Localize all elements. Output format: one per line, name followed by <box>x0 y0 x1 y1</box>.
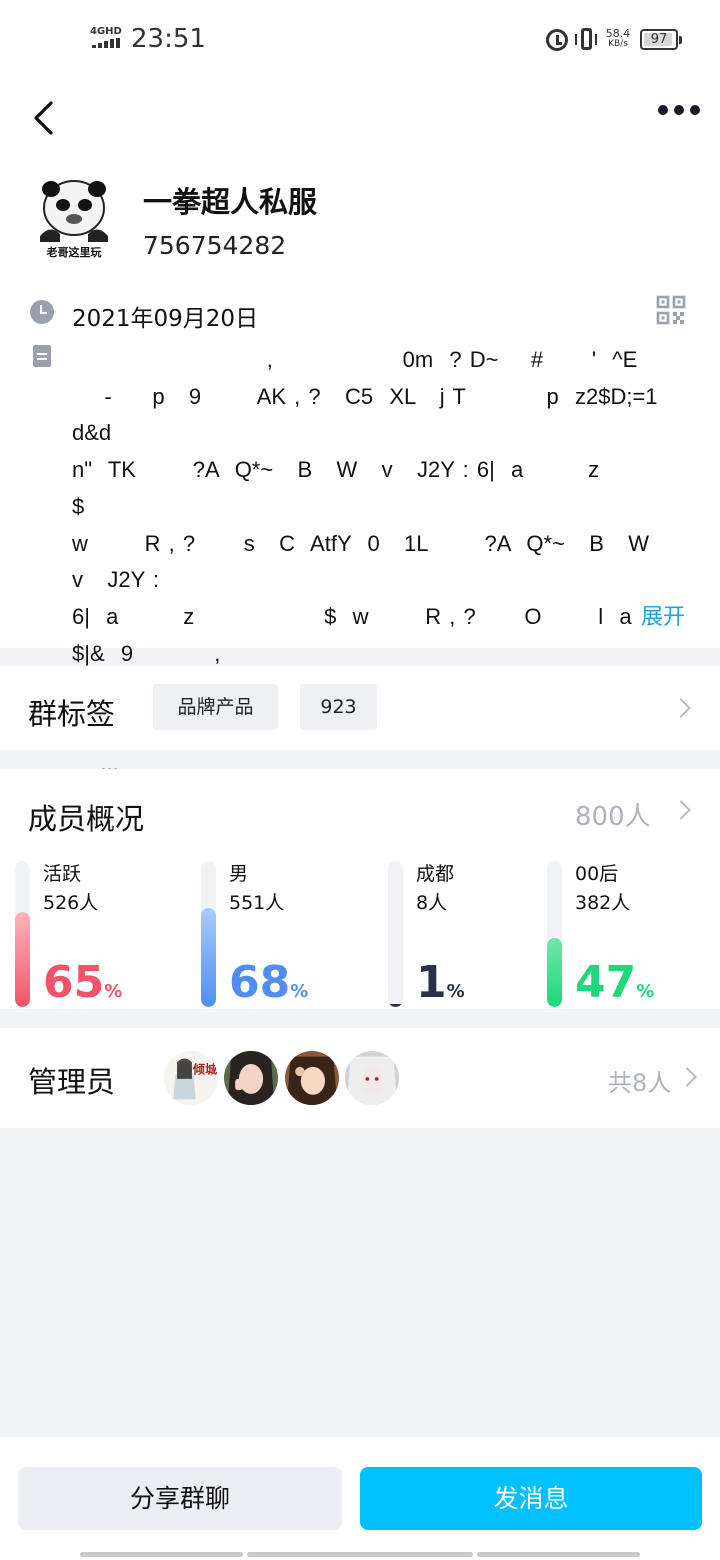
qr-code-icon[interactable] <box>656 295 686 325</box>
stat-percent: 65% <box>43 959 122 1016</box>
stat-bar-track <box>547 861 562 1007</box>
admin-avatar[interactable] <box>283 1049 341 1107</box>
stat-count: 382人 <box>575 892 631 914</box>
group-info-card: 老哥这里玩 一拳超人私服 756754282 2021年09月20日 , 0m … <box>0 80 720 776</box>
clock-icon <box>30 300 54 324</box>
admins-row[interactable]: 管理员 倾城 共8人 <box>0 1028 720 1128</box>
stat-label: 成都 <box>416 863 455 885</box>
stat-percent-value: 65 <box>43 957 105 1008</box>
members-title: 成员概况 <box>28 802 145 836</box>
stat-label: 活跃 <box>43 863 82 885</box>
battery-icon: 97 <box>640 29 682 50</box>
stat-bar-fill <box>547 938 562 1007</box>
back-button[interactable] <box>26 90 62 146</box>
bottom-action-bar: 分享群聊 发消息 <box>0 1437 720 1560</box>
admin-avatar[interactable] <box>222 1049 280 1107</box>
stat-male: 男 551人 68% <box>201 861 371 1007</box>
description-icon <box>33 345 51 367</box>
stat-bar-track <box>388 861 403 1007</box>
stat-active: 活跃 526人 65% <box>15 861 185 1007</box>
stat-percent-value: 1 <box>416 957 447 1008</box>
members-overview[interactable]: 成员概况 800人 活跃 526人 65% 男 551人 68% 成都 8人 1… <box>0 769 720 1009</box>
stat-percent: 47% <box>575 959 654 1016</box>
admins-title: 管理员 <box>28 1065 116 1099</box>
stat-city: 成都 8人 1% <box>388 861 558 1007</box>
stat-bar-fill <box>15 912 30 1007</box>
stat-percent: 1% <box>416 959 465 1016</box>
chevron-right-icon <box>671 698 691 718</box>
percent-symbol: % <box>290 981 309 1002</box>
stat-percent: 68% <box>229 959 308 1016</box>
stat-count: 551人 <box>229 892 285 914</box>
signal-icon <box>92 38 120 48</box>
percent-symbol: % <box>104 981 123 1002</box>
admin-avatar[interactable] <box>343 1049 401 1107</box>
stat-bar-track <box>201 861 216 1007</box>
alarm-icon <box>546 29 568 51</box>
status-time: 23:51 <box>131 24 206 54</box>
admin-avatar[interactable]: 倾城 <box>162 1049 220 1107</box>
network-speed-value: 58.4 <box>605 27 631 40</box>
battery-level: 97 <box>650 32 668 47</box>
tags-title: 群标签 <box>28 697 116 731</box>
admins-count: 共8人 <box>608 1069 672 1097</box>
network-speed: 58.4 KB/s <box>603 28 633 50</box>
tag-chip: 923 <box>300 684 377 730</box>
group-avatar[interactable]: 老哥这里玩 <box>30 176 118 264</box>
share-group-button[interactable]: 分享群聊 <box>18 1467 342 1530</box>
created-date: 2021年09月20日 <box>72 306 259 332</box>
network-speed-unit: KB/s <box>608 39 628 49</box>
network-type: 4GHD <box>90 26 122 37</box>
group-tags-row[interactable]: 群标签 品牌产品 923 <box>0 666 720 750</box>
expand-link[interactable]: 展开 <box>641 599 685 631</box>
stat-bar-fill <box>201 908 216 1007</box>
vibrate-icon <box>575 28 597 52</box>
avatar-badge-text: 倾城 <box>192 1061 217 1076</box>
more-dots-icon <box>658 105 668 115</box>
tag-chip: 品牌产品 <box>153 684 278 730</box>
nav-indicator <box>80 1552 243 1557</box>
stat-count: 8人 <box>416 892 448 914</box>
chevron-left-icon <box>34 101 53 135</box>
stat-percent-value: 68 <box>229 957 291 1008</box>
nav-indicator <box>247 1552 473 1557</box>
status-bar: 4GHD 23:51 58.4 KB/s 97 <box>0 0 720 80</box>
stat-label: 男 <box>229 863 249 885</box>
stat-label: 00后 <box>575 863 619 885</box>
stat-count: 526人 <box>43 892 99 914</box>
send-message-button[interactable]: 发消息 <box>360 1467 702 1530</box>
avatar-caption: 老哥这里玩 <box>46 245 102 259</box>
stat-bar-fill <box>388 1004 403 1007</box>
percent-symbol: % <box>636 981 655 1002</box>
more-button[interactable] <box>658 98 706 122</box>
stat-age: 00后 382人 47% <box>547 861 717 1007</box>
nav-indicator <box>477 1552 640 1557</box>
chevron-right-icon <box>677 1067 697 1087</box>
group-name: 一拳超人私服 <box>143 185 318 219</box>
percent-symbol: % <box>446 981 465 1002</box>
members-total: 800人 <box>575 802 651 832</box>
chevron-right-icon <box>671 800 691 820</box>
stat-bar-track <box>15 861 30 1007</box>
group-id[interactable]: 756754282 <box>143 231 286 260</box>
stat-percent-value: 47 <box>575 957 637 1008</box>
